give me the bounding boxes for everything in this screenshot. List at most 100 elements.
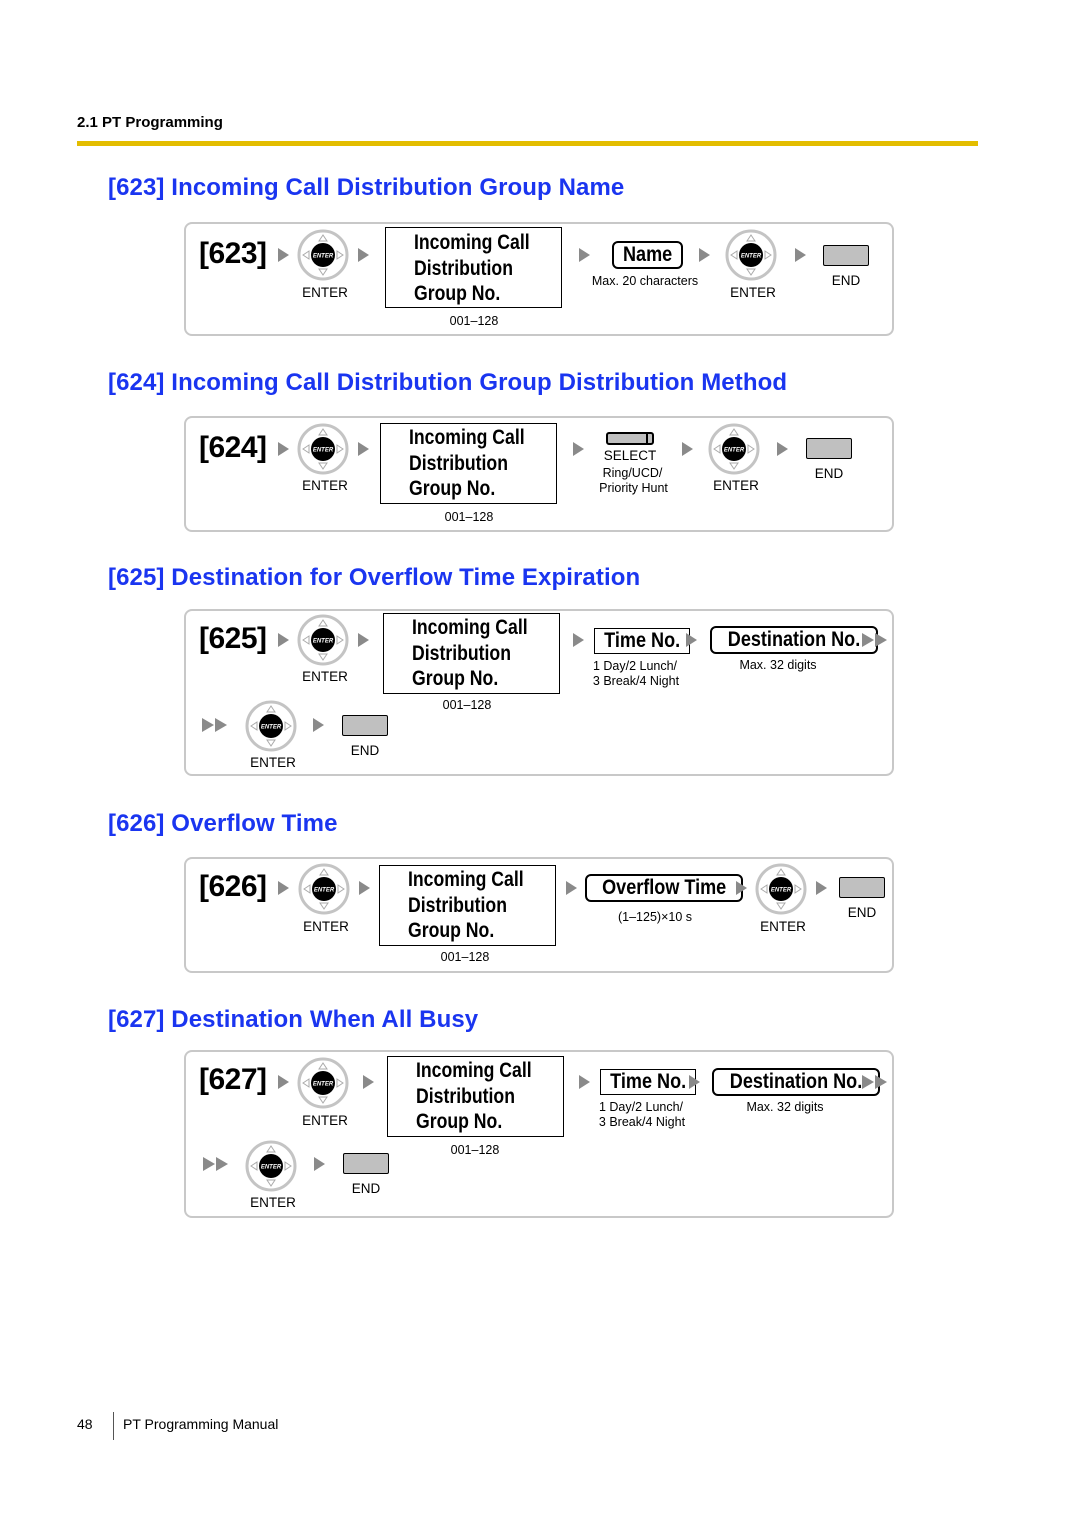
- end-label: END: [831, 273, 861, 288]
- arrow-icon: [358, 248, 369, 262]
- arrow-icon: [795, 248, 806, 262]
- time-no-box[interactable]: Time No.: [600, 1069, 697, 1095]
- enter-key-icon[interactable]: ENTER: [298, 863, 350, 915]
- enter-label: ENTER: [760, 919, 806, 934]
- arrow-icon: [699, 248, 710, 262]
- lcd-line: Incoming Call: [416, 1059, 532, 1082]
- arrow-icon: [278, 881, 289, 895]
- lcd-group-no-box: Incoming Call Distribution Group No.: [383, 613, 560, 694]
- heading-626: [626] Overflow Time: [108, 810, 338, 837]
- time-no-box[interactable]: Time No.: [594, 628, 691, 654]
- end-key-icon[interactable]: [823, 245, 869, 266]
- end-key-icon[interactable]: [806, 438, 852, 459]
- program-code: [624]: [199, 431, 267, 464]
- arrow-icon: [686, 633, 697, 647]
- range-label: 001–128: [442, 698, 492, 712]
- destination-note: Max. 32 digits: [739, 658, 817, 672]
- enter-key-icon[interactable]: ENTER: [755, 863, 807, 915]
- lcd-line: Group No.: [409, 477, 496, 500]
- heading-624: [624] Incoming Call Distribution Group D…: [108, 369, 788, 396]
- time-note: 1 Day/2 Lunch/: [598, 1100, 684, 1114]
- page-number: 48: [77, 1416, 93, 1432]
- enter-label: ENTER: [302, 1113, 348, 1128]
- enter-navigator-glyph: ENTER: [725, 229, 777, 281]
- range-label: 001–128: [440, 950, 490, 964]
- arrow-icon: [682, 442, 693, 456]
- arrow-icon: [579, 1075, 590, 1089]
- lcd-line: Distribution: [414, 256, 513, 280]
- arrow-icon: [566, 881, 577, 895]
- enter-navigator-glyph: ENTER: [297, 229, 349, 281]
- destination-note: Max. 32 digits: [746, 1100, 824, 1114]
- destination-no-box[interactable]: Destination No.: [712, 1068, 881, 1096]
- lcd-line: Group No.: [416, 1110, 503, 1133]
- enter-key-icon[interactable]: ENTER: [297, 423, 349, 475]
- lcd-line: Incoming Call: [409, 426, 525, 449]
- select-note: Ring/UCD/: [602, 466, 663, 480]
- svg-text:ENTER: ENTER: [771, 888, 792, 894]
- svg-text:ENTER: ENTER: [313, 639, 334, 645]
- lcd-line: Distribution: [409, 451, 508, 475]
- heading-623: [623] Incoming Call Distribution Group N…: [108, 174, 625, 201]
- double-arrow-icon: [862, 633, 887, 647]
- arrow-icon: [278, 633, 289, 647]
- header-rule: [77, 141, 978, 146]
- enter-navigator-glyph: ENTER: [297, 423, 349, 475]
- arrow-icon: [278, 1075, 289, 1089]
- lcd-line: Group No.: [412, 667, 499, 690]
- select-label: SELECT: [603, 448, 657, 463]
- enter-label: ENTER: [250, 755, 296, 770]
- arrow-icon: [313, 718, 324, 732]
- overflow-time-label: Overflow Time: [602, 876, 727, 899]
- enter-key-icon[interactable]: ENTER: [245, 1140, 297, 1192]
- lcd-group-no-box: Incoming Call Distribution Group No.: [387, 1056, 564, 1137]
- svg-text:ENTER: ENTER: [313, 448, 334, 454]
- enter-navigator-glyph: ENTER: [297, 614, 349, 666]
- destination-no-box[interactable]: Destination No.: [710, 626, 879, 654]
- arrow-icon: [736, 881, 747, 895]
- name-entry-box[interactable]: Name: [612, 241, 684, 269]
- svg-text:ENTER: ENTER: [741, 254, 762, 260]
- end-key-icon[interactable]: [342, 715, 388, 736]
- arrow-icon: [358, 633, 369, 647]
- destination-no-label: Destination No.: [729, 1070, 863, 1093]
- select-key-icon[interactable]: [606, 432, 654, 445]
- enter-label: ENTER: [303, 919, 349, 934]
- double-arrow-icon: [203, 1157, 228, 1171]
- end-key-icon[interactable]: [839, 877, 885, 898]
- arrow-icon: [278, 248, 289, 262]
- lcd-line: Group No.: [414, 282, 501, 305]
- arrow-icon: [777, 442, 788, 456]
- enter-key-icon[interactable]: ENTER: [725, 229, 777, 281]
- overflow-time-entry-box[interactable]: Overflow Time: [585, 874, 744, 902]
- enter-key-icon[interactable]: ENTER: [297, 614, 349, 666]
- enter-label: ENTER: [302, 669, 348, 684]
- manual-title: PT Programming Manual: [123, 1416, 279, 1432]
- lcd-group-no-box: Incoming Call Distribution Group No.: [385, 227, 562, 308]
- lcd-group-no-box: Incoming Call Distribution Group No.: [379, 865, 556, 946]
- name-entry-label: Name: [623, 243, 673, 266]
- enter-navigator-glyph: ENTER: [298, 863, 350, 915]
- time-note: 3 Break/4 Night: [598, 1115, 686, 1129]
- range-label: 001–128: [444, 510, 494, 524]
- end-key-icon[interactable]: [343, 1153, 389, 1174]
- enter-key-icon[interactable]: ENTER: [297, 1057, 349, 1109]
- enter-key-icon[interactable]: ENTER: [708, 423, 760, 475]
- lcd-line: Incoming Call: [408, 868, 524, 891]
- range-label: 001–128: [450, 1143, 500, 1157]
- arrow-icon: [816, 881, 827, 895]
- arrow-icon: [689, 1075, 700, 1089]
- lcd-line: Distribution: [408, 893, 507, 917]
- arrow-icon: [358, 442, 369, 456]
- svg-text:ENTER: ENTER: [314, 888, 335, 894]
- section-label: 2.1 PT Programming: [77, 114, 223, 131]
- svg-text:ENTER: ENTER: [313, 254, 334, 260]
- arrow-icon: [359, 881, 370, 895]
- arrow-icon: [579, 248, 590, 262]
- svg-text:ENTER: ENTER: [261, 725, 282, 731]
- end-label: END: [814, 466, 844, 481]
- overflow-time-note: (1–125)×10 s: [617, 910, 692, 924]
- enter-key-icon[interactable]: ENTER: [297, 229, 349, 281]
- arrow-icon: [573, 633, 584, 647]
- enter-key-icon[interactable]: ENTER: [245, 700, 297, 752]
